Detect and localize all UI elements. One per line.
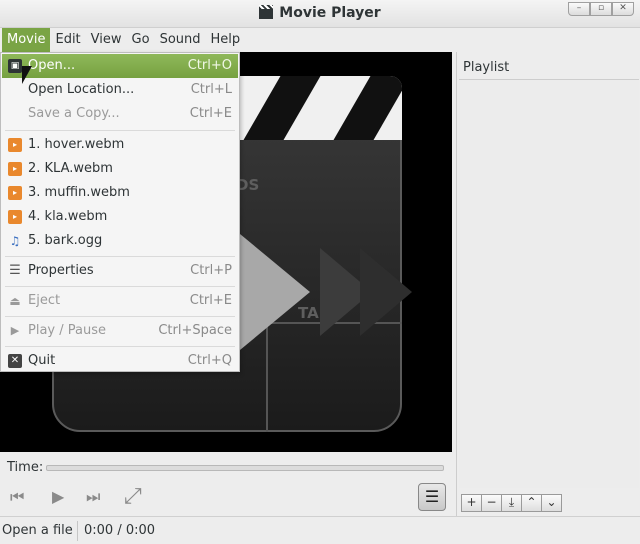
- menu-item-label: Properties: [28, 263, 94, 278]
- menu-item-label: Save a Copy...: [28, 106, 120, 121]
- title-bar: Movie Player – ▫ ✕: [0, 0, 640, 28]
- movie-menu-dropdown: ▣ Open... Ctrl+O Open Location... Ctrl+L…: [0, 52, 240, 372]
- minimize-button[interactable]: –: [568, 2, 590, 16]
- time-label: Time:: [7, 460, 44, 475]
- status-separator: [77, 521, 78, 541]
- video-file-icon: ▸: [8, 186, 22, 200]
- play-icon: ▶: [10, 324, 20, 337]
- status-time: 0:00 / 0:00: [84, 523, 156, 538]
- menu-item-recent-1[interactable]: ▸ 1. hover.webm: [2, 133, 238, 157]
- playlist-header: Playlist: [459, 54, 639, 80]
- menu-item-quit[interactable]: ✕ Quit Ctrl+Q: [2, 349, 238, 373]
- menu-bar: Movie Edit View Go Sound Help: [0, 28, 640, 52]
- menu-item-label: 3. muffin.webm: [28, 185, 130, 200]
- open-icon: ▣: [8, 59, 22, 73]
- menu-go[interactable]: Go: [127, 28, 155, 52]
- menu-item-label: Play / Pause: [28, 323, 106, 338]
- maximize-button[interactable]: ▫: [590, 2, 612, 16]
- menu-item-play-pause[interactable]: ▶ Play / Pause Ctrl+Space: [2, 319, 238, 343]
- save-playlist-button[interactable]: ⤓: [501, 494, 522, 512]
- menu-item-recent-5[interactable]: ♫ 5. bark.ogg: [2, 229, 238, 253]
- previous-button[interactable]: ⏮: [10, 486, 24, 508]
- next-button[interactable]: ⏭: [86, 486, 100, 508]
- status-message: Open a file: [2, 523, 73, 538]
- clap-stripe: [333, 76, 402, 140]
- playlist-toggle-button[interactable]: ☰: [418, 483, 446, 511]
- play-shape: [240, 234, 310, 350]
- fullscreen-button[interactable]: ⤢: [124, 486, 142, 508]
- menu-item-label: 4. kla.webm: [28, 209, 108, 224]
- menu-edit[interactable]: Edit: [50, 28, 85, 52]
- window-title: Movie Player: [0, 5, 640, 21]
- status-bar: Open a file 0:00 / 0:00: [0, 516, 640, 544]
- menu-sound[interactable]: Sound: [155, 28, 206, 52]
- menu-separator: [5, 346, 235, 347]
- quit-icon: ✕: [8, 354, 22, 368]
- menu-item-label: Eject: [28, 293, 61, 308]
- menu-item-recent-3[interactable]: ▸ 3. muffin.webm: [2, 181, 238, 205]
- time-row: Time:: [0, 452, 456, 480]
- transport-controls: ⏮ ▶ ⏭ ⤢ ☰: [0, 480, 456, 516]
- menu-item-label: 5. bark.ogg: [28, 233, 103, 248]
- menu-item-accel: Ctrl+E: [189, 293, 232, 308]
- menu-separator: [5, 286, 235, 287]
- menu-item-label: Quit: [28, 353, 56, 368]
- mouse-cursor-icon: [22, 66, 32, 84]
- move-down-button[interactable]: ⌄: [541, 494, 562, 512]
- window-controls: – ▫ ✕: [568, 2, 634, 16]
- clap-stripe: [243, 76, 321, 140]
- eject-icon: ⏏: [9, 294, 21, 308]
- menu-separator: [5, 130, 235, 131]
- seek-bar[interactable]: [46, 465, 444, 471]
- clapperboard-icon: [259, 5, 274, 19]
- menu-item-accel: Ctrl+L: [190, 82, 232, 97]
- video-file-icon: ▸: [8, 138, 22, 152]
- menu-item-open-location[interactable]: Open Location... Ctrl+L: [2, 78, 238, 102]
- video-file-icon: ▸: [8, 162, 22, 176]
- properties-icon: ☰: [9, 263, 21, 278]
- menu-item-accel: Ctrl+Q: [187, 353, 232, 368]
- menu-item-label: Open...: [28, 58, 76, 73]
- menu-item-label: Open Location...: [28, 82, 135, 97]
- menu-view[interactable]: View: [86, 28, 127, 52]
- menu-item-accel: Ctrl+O: [187, 58, 232, 73]
- playlist-toolbar: + − ⤓ ⌃ ⌄: [461, 494, 562, 512]
- menu-item-save-copy[interactable]: Save a Copy... Ctrl+E: [2, 102, 238, 126]
- menu-movie[interactable]: Movie: [2, 28, 51, 52]
- audio-file-icon: ♫: [9, 234, 21, 248]
- menu-item-eject[interactable]: ⏏ Eject Ctrl+E: [2, 289, 238, 313]
- video-file-icon: ▸: [8, 210, 22, 224]
- menu-item-properties[interactable]: ☰ Properties Ctrl+P: [2, 259, 238, 283]
- menu-item-recent-2[interactable]: ▸ 2. KLA.webm: [2, 157, 238, 181]
- playlist-list[interactable]: [459, 80, 639, 488]
- menu-item-recent-4[interactable]: ▸ 4. kla.webm: [2, 205, 238, 229]
- playlist-panel: Playlist + − ⤓ ⌃ ⌄: [456, 52, 640, 516]
- menu-item-accel: Ctrl+Space: [158, 323, 232, 338]
- menu-item-accel: Ctrl+P: [190, 263, 232, 278]
- menu-item-accel: Ctrl+E: [189, 106, 232, 121]
- menu-item-label: 1. hover.webm: [28, 137, 125, 152]
- add-button[interactable]: +: [461, 494, 482, 512]
- fast-forward-shape: [360, 248, 412, 336]
- menu-item-label: 2. KLA.webm: [28, 161, 113, 176]
- menu-separator: [5, 256, 235, 257]
- move-up-button[interactable]: ⌃: [521, 494, 542, 512]
- window-title-text: Movie Player: [279, 5, 381, 21]
- menu-separator: [5, 316, 235, 317]
- close-button[interactable]: ✕: [612, 2, 634, 16]
- play-button[interactable]: ▶: [52, 486, 64, 508]
- menu-help[interactable]: Help: [206, 28, 246, 52]
- menu-item-open[interactable]: ▣ Open... Ctrl+O: [2, 54, 238, 78]
- remove-button[interactable]: −: [481, 494, 502, 512]
